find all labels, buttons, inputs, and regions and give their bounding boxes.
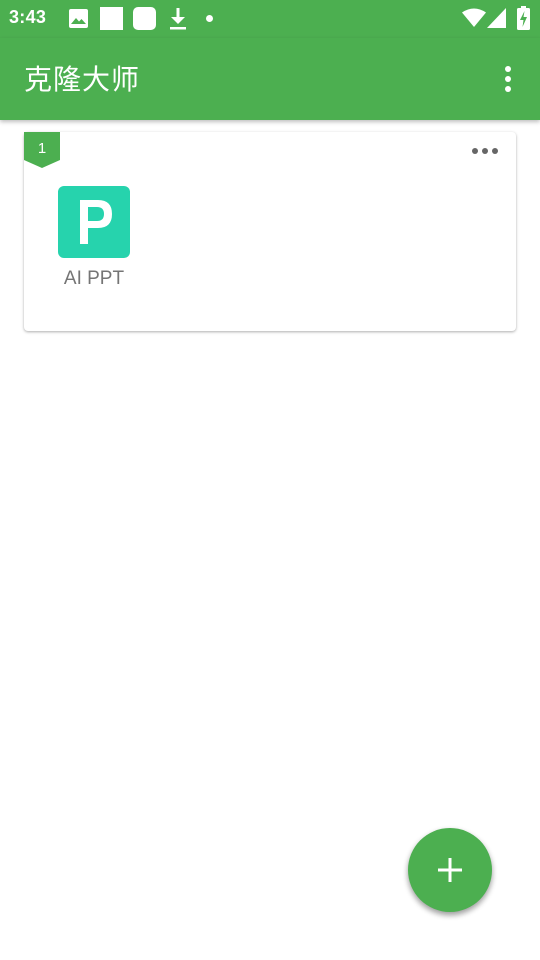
app-label: AI PPT xyxy=(63,268,125,289)
plus-icon xyxy=(438,858,462,882)
battery-charging-icon xyxy=(517,6,530,30)
dot-icon xyxy=(206,15,213,22)
square-icon xyxy=(100,7,123,30)
image-icon xyxy=(69,9,88,28)
wifi-icon xyxy=(462,8,486,27)
clone-group-card: 1 AI PPT xyxy=(24,132,516,331)
app-bar: 克隆大师 xyxy=(0,38,540,120)
status-bar: 3:43 xyxy=(0,0,540,38)
add-button[interactable] xyxy=(408,828,492,912)
signal-icon xyxy=(487,8,506,28)
download-icon xyxy=(169,8,187,30)
rounded-square-icon xyxy=(133,7,156,30)
ppt-app-icon xyxy=(58,186,130,258)
app-title: 克隆大师 xyxy=(24,63,141,96)
group-number-text: 1 xyxy=(37,140,47,157)
app-tile-ai-ppt[interactable]: AI PPT xyxy=(48,182,140,294)
more-vertical-icon[interactable] xyxy=(492,62,524,96)
status-time: 3:43 xyxy=(9,7,47,27)
group-number-badge: 1 xyxy=(24,132,60,168)
more-horizontal-icon[interactable] xyxy=(472,146,500,156)
